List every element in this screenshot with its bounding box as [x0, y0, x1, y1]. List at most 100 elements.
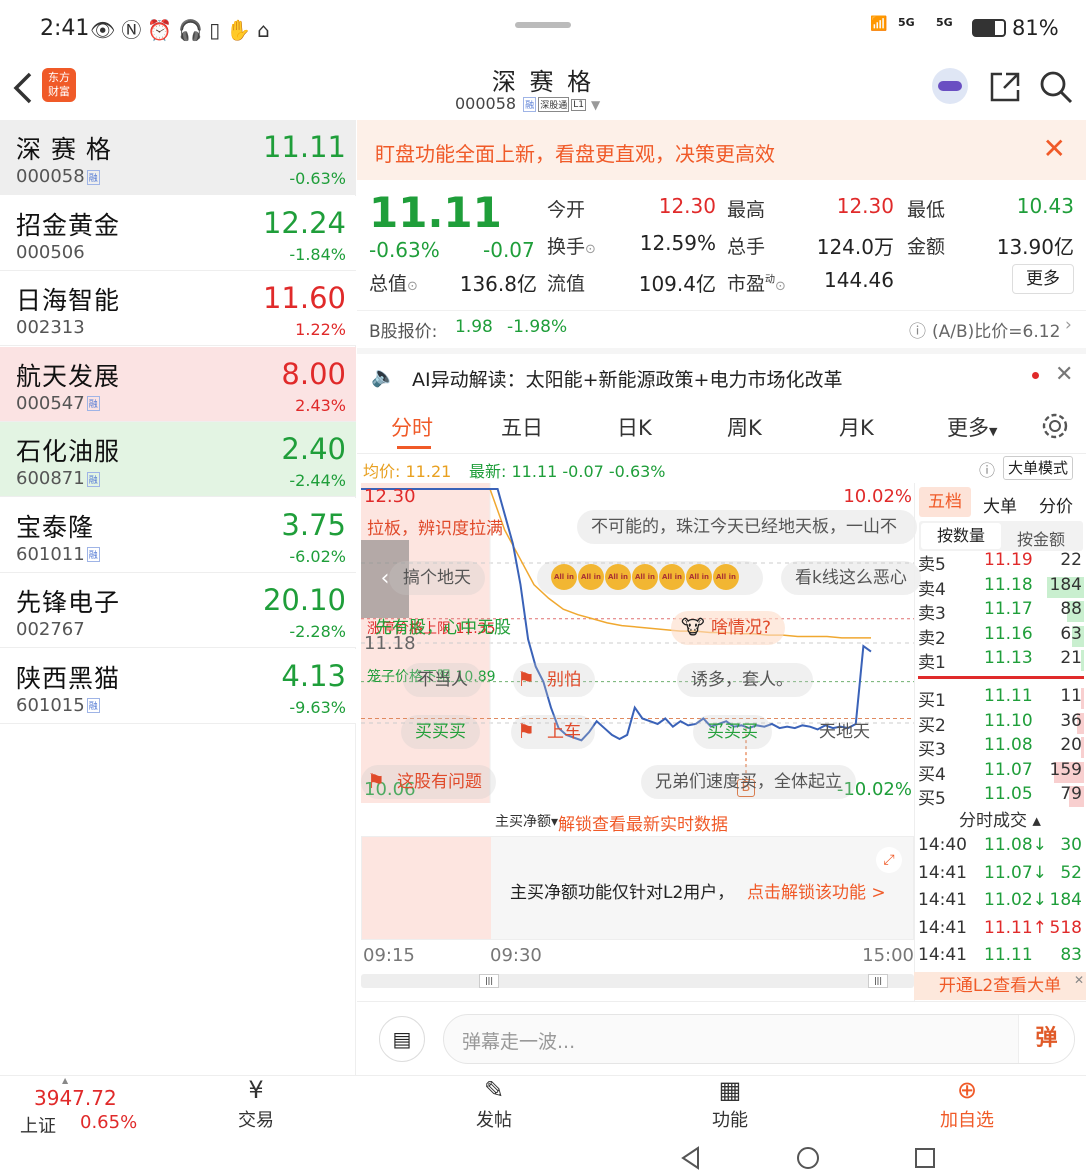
- indicator-select[interactable]: 主买净额▾: [495, 811, 558, 831]
- stock-price: 11.60: [262, 281, 346, 315]
- danmu-item: 天地天: [819, 722, 870, 742]
- sub-chart: 主买净额▾ 解锁查看最新实时数据 主买净额功能仅针对L2用户， 点击解锁该功能 …: [361, 806, 914, 942]
- robot-avatar-icon[interactable]: [932, 68, 968, 104]
- stock-name: 石化油服: [16, 437, 121, 466]
- ab-ratio: (A/B)比价=6.12: [932, 322, 1061, 342]
- share-icon[interactable]: [988, 70, 1022, 104]
- turnover-label: 换手⊙: [547, 236, 596, 258]
- bid-row: 买5 11.05 79: [918, 784, 1084, 809]
- search-icon[interactable]: [1038, 69, 1074, 105]
- notice-link[interactable]: 点击解锁该功能 >: [747, 878, 886, 903]
- close-icon[interactable]: ✕: [1043, 132, 1066, 165]
- stock-change: 1.22%: [295, 320, 346, 339]
- b-share-row[interactable]: B股报价: 1.98 -1.98% ⓘ (A/B)比价=6.12 ›: [357, 310, 1086, 346]
- ai-text: AI异动解读：太阳能+新能源政策+电力市场化改革: [412, 369, 843, 391]
- nav-trade[interactable]: ¥ 交易: [226, 1076, 286, 1132]
- ai-insight-bar[interactable]: 🔈 AI异动解读：太阳能+新能源政策+电力市场化改革 ✕: [357, 348, 1086, 396]
- volume-label: 总手: [727, 236, 766, 258]
- pct-change: -0.63%: [369, 238, 440, 262]
- stock-price: 12.24: [262, 205, 346, 240]
- time-axis: 09:15 09:30 15:00: [361, 943, 914, 971]
- close-l2-icon: ✕: [1073, 973, 1084, 987]
- high-label: 最高: [727, 199, 766, 221]
- stock-code: 000058 融深股通 L1 ▼: [455, 94, 601, 113]
- x-tick: 09:30: [490, 945, 542, 966]
- danmu-item: 不可能的，珠江今天已经地天板，一山不: [577, 510, 917, 544]
- tab-fenshi[interactable]: 分时: [391, 412, 433, 442]
- unlock-link[interactable]: 解锁查看最新实时数据: [558, 810, 728, 835]
- l2-notice[interactable]: 主买净额功能仅针对L2用户， 点击解锁该功能 > ⤢: [361, 836, 914, 940]
- quote-panel: 11.11 -0.63% -0.07 今开 12.30 最高 12.30 最低 …: [357, 180, 1086, 310]
- trade-row: 14:41 11.02↓ 184: [918, 890, 1082, 910]
- stock-change: -0.63%: [289, 169, 346, 188]
- drag-handle[interactable]: [515, 22, 571, 28]
- tag-rong: 融: [86, 169, 100, 185]
- tag-rong: 融: [86, 698, 100, 713]
- tab-by-price[interactable]: 分价: [1039, 492, 1073, 517]
- tab-daily-k[interactable]: 日K: [617, 412, 652, 442]
- feature-banner[interactable]: 盯盘功能全面上新，看盘更直观，决策更高效 ✕: [357, 120, 1086, 180]
- unread-dot: [1032, 372, 1039, 379]
- nav-function[interactable]: ▦ 功能: [700, 1076, 760, 1132]
- recents-square-icon[interactable]: [912, 1145, 938, 1171]
- stock-name: 日海智能: [16, 286, 121, 315]
- danmu-item: 兄弟们速度买，全体起立: [641, 765, 856, 799]
- danmu-input[interactable]: 弹幕走一波... 弹: [443, 1014, 1075, 1064]
- index-name[interactable]: 上证: [20, 1112, 56, 1138]
- app-header: 东方 财富 深 赛 格 000058 融深股通 L1 ▼: [0, 60, 1086, 120]
- trades-title[interactable]: 分时成交 ▴: [914, 806, 1086, 832]
- stock-price: 20.10: [262, 583, 346, 617]
- x-tick: 09:15: [363, 945, 415, 966]
- battery-icon: [972, 19, 1006, 37]
- watchlist-item[interactable]: 先锋电子 002767 20.10 -2.28%: [0, 573, 356, 648]
- amount-value: 13.90亿: [996, 235, 1074, 259]
- time-range-scrollbar[interactable]: ||| |||: [361, 974, 914, 988]
- watchlist-item[interactable]: 深 赛 格 000058 融 11.11 -0.63%: [0, 120, 356, 195]
- watchlist-item[interactable]: 宝泰隆 601011 融 3.75 -6.02%: [0, 497, 356, 573]
- back-triangle-icon[interactable]: [678, 1145, 704, 1171]
- stock-name: 深 赛 格: [16, 135, 112, 164]
- stock-title: 深 赛 格: [491, 68, 595, 96]
- tab-5day[interactable]: 五日: [501, 412, 543, 442]
- mcap-value: 136.8亿: [459, 272, 537, 296]
- watchlist-item[interactable]: 陕西黑猫 601015 融 4.13 -9.63%: [0, 648, 356, 724]
- pct-max-label: 10.02%: [843, 486, 912, 507]
- comment-bar: ▤ 弹幕走一波... 弹: [357, 1001, 1086, 1075]
- tab-more[interactable]: 更多▼: [947, 412, 997, 442]
- stock-change: -2.28%: [289, 622, 346, 641]
- float-value: 109.4亿: [638, 272, 716, 296]
- nav-post[interactable]: ✎ 发帖: [464, 1076, 524, 1132]
- tab-indicator: [397, 446, 431, 449]
- big-order-mode-button[interactable]: 大单模式: [1003, 456, 1074, 480]
- volume-value: 124.0万: [816, 235, 894, 259]
- tab-monthly-k[interactable]: 月K: [839, 412, 874, 442]
- avg-label: 均价: 11.21: [363, 462, 452, 481]
- danmu-send-button[interactable]: 弹: [1018, 1015, 1074, 1063]
- nav-add-watchlist[interactable]: ⊕ 加自选: [930, 1076, 1004, 1132]
- watchlist-item[interactable]: 石化油服 600871 融 2.40 -2.44%: [0, 422, 356, 497]
- gear-icon[interactable]: [1041, 412, 1069, 440]
- tab-big-order[interactable]: 大单: [983, 492, 1017, 517]
- subtab-by-volume[interactable]: 按数量: [921, 523, 1001, 549]
- expand-icon[interactable]: ⤢: [876, 847, 902, 873]
- tab-five-level[interactable]: 五档: [919, 487, 971, 517]
- status-bar: 2:41 👁Ⓝ⏰🎧▯✋⌂ 📶 5G 5G 81%: [0, 0, 1086, 60]
- stock-code: 601011 融: [16, 543, 100, 565]
- watchlist-item[interactable]: 航天发展 000547 融 8.00 2.43%: [0, 346, 356, 422]
- subtab-by-amount[interactable]: 按金额: [1017, 526, 1065, 550]
- danmu-settings-icon[interactable]: ▤: [379, 1016, 425, 1062]
- turnover-value: 12.59%: [639, 231, 716, 255]
- watchlist-item[interactable]: 日海智能 002313 11.60 1.22%: [0, 271, 356, 346]
- watchlist-item[interactable]: 招金黄金 000506 12.24 -1.84%: [0, 195, 356, 271]
- intraday-chart[interactable]: 12.30 10.02% 10.06 -10.02% 11.18 涨停价格上限 …: [361, 483, 921, 803]
- index-value[interactable]: 3947.72: [34, 1086, 117, 1110]
- close-ai-icon[interactable]: ✕: [1055, 362, 1073, 387]
- index-pct[interactable]: 0.65%: [80, 1112, 137, 1133]
- x-tick: 15:00: [862, 945, 914, 966]
- watchlist-sidebar: 深 赛 格 000058 融 11.11 -0.63% 招金黄金 000506 12.24 -1…: [0, 120, 356, 1075]
- more-button[interactable]: 更多: [1012, 264, 1074, 294]
- tab-weekly-k[interactable]: 周K: [727, 412, 762, 442]
- l2-upgrade-banner[interactable]: 开通L2查看大单 ✕: [914, 972, 1086, 1000]
- clock: 2:41: [40, 16, 90, 41]
- home-circle-icon[interactable]: [795, 1145, 821, 1171]
